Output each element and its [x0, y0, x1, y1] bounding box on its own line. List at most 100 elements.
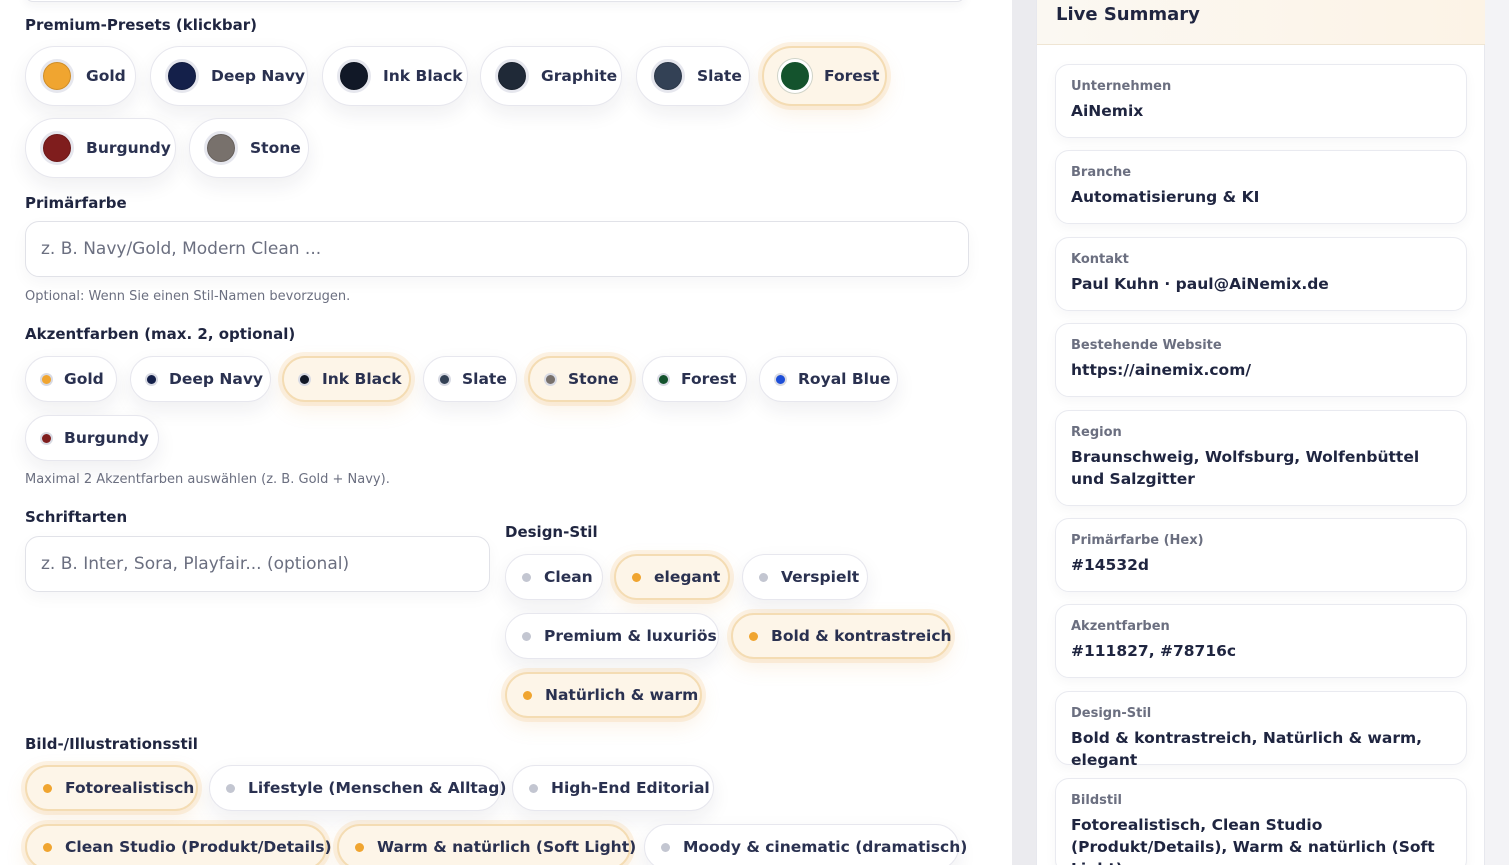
preset-chip-slate[interactable]: Slate [636, 46, 750, 106]
design-style-chip-label: elegant [654, 568, 721, 586]
color-dot-icon [42, 374, 51, 384]
accent-colors-label: Akzentfarben (max. 2, optional) [25, 325, 296, 343]
summary-key: Akzentfarben [1071, 619, 1170, 634]
color-dot-icon [147, 374, 156, 384]
summary-key: Branche [1071, 165, 1132, 180]
option-dot-icon [529, 783, 538, 793]
color-dot-icon [440, 374, 449, 384]
color-swatch-icon [165, 59, 199, 93]
image-style-chip-label: Fotorealistisch [65, 779, 195, 797]
accent-chip-label: Slate [462, 370, 507, 388]
accent-chip-deep-navy[interactable]: Deep Navy [130, 356, 271, 402]
option-dot-icon [522, 631, 531, 641]
accent-chip-label: Burgundy [64, 429, 149, 447]
accent-chip-stone[interactable]: Stone [528, 356, 632, 402]
summary-value: https://ainemix.com/ [1071, 361, 1252, 379]
color-dot-icon [776, 374, 785, 384]
design-style-chip-label: Natürlich & warm [545, 686, 699, 704]
image-style-chip-warm-natuerlich-soft-light[interactable]: Warm & natürlich (Soft Light) [337, 824, 636, 865]
accent-chip-gold[interactable]: Gold [25, 356, 117, 402]
color-swatch-icon [204, 131, 238, 165]
image-style-chip-lifestyle-menschen-alltag[interactable]: Lifestyle (Menschen & Alltag) [209, 765, 506, 811]
summary-key: Region [1071, 425, 1122, 440]
accent-chip-label: Stone [568, 370, 619, 388]
accent-chip-slate[interactable]: Slate [423, 356, 517, 402]
summary-key: Design-Stil [1071, 706, 1152, 721]
design-style-chip-elegant[interactable]: elegant [614, 554, 730, 600]
summary-key: Bildstil [1071, 793, 1122, 808]
primary-color-hint: Optional: Wenn Sie einen Stil-Namen bevo… [25, 289, 351, 304]
presets-label: Premium-Presets (klickbar) [25, 16, 257, 34]
accent-chip-label: Gold [64, 370, 104, 388]
accent-chip-label: Ink Black [322, 370, 402, 388]
design-style-chip-clean[interactable]: Clean [505, 554, 603, 600]
summary-key: Unternehmen [1071, 79, 1172, 94]
accent-chip-label: Forest [681, 370, 737, 388]
fonts-label: Schriftarten [25, 508, 128, 526]
preset-chip-deep-navy[interactable]: Deep Navy [150, 46, 308, 106]
image-style-label: Bild-/Illustrationsstil [25, 735, 198, 753]
image-style-chip-label: Moody & cinematic (dramatisch) [683, 838, 968, 856]
design-style-chip-verspielt[interactable]: Verspielt [742, 554, 868, 600]
preset-chip-label: Ink Black [383, 67, 463, 85]
summary-value: Braunschweig, Wolfsburg, Wolfenbüttel un… [1071, 448, 1420, 488]
summary-card-primaerfarbe-hex: Primärfarbe (Hex) #14532d [1055, 518, 1467, 592]
option-dot-icon [226, 783, 235, 793]
summary-card-unternehmen: Unternehmen AiNemix [1055, 64, 1467, 138]
summary-card-region: Region Braunschweig, Wolfsburg, Wolfenbüt… [1055, 410, 1467, 506]
summary-card-design-stil: Design-Stil Bold & kontrastreich, Natürli… [1055, 691, 1467, 769]
accent-chip-label: Royal Blue [798, 370, 891, 388]
live-summary-header: Live Summary [1037, 0, 1486, 45]
fonts-input[interactable] [25, 536, 490, 592]
summary-card-bildstil: Bildstil Fotorealistisch, Clean Studio (P… [1055, 778, 1467, 865]
primary-color-input[interactable] [25, 221, 969, 277]
preset-chip-label: Stone [250, 139, 301, 157]
summary-value: #14532d [1071, 556, 1150, 574]
accent-chip-burgundy[interactable]: Burgundy [25, 415, 159, 461]
color-dot-icon [42, 433, 51, 443]
accent-chip-royal-blue[interactable]: Royal Blue [759, 356, 898, 402]
color-dot-icon [546, 374, 555, 384]
image-style-chip-clean-studio-produkt-details[interactable]: Clean Studio (Produkt/Details) [25, 824, 332, 865]
image-style-chip-label: High-End Editorial [551, 779, 710, 797]
image-style-chip-moody-cinematic-dramatisch[interactable]: Moody & cinematic (dramatisch) [644, 824, 967, 865]
design-style-chip-label: Bold & kontrastreich [771, 627, 952, 645]
summary-key: Kontakt [1071, 252, 1129, 267]
image-style-chip-label: Clean Studio (Produkt/Details) [65, 838, 332, 856]
design-style-chip-bold-kontrastreich[interactable]: Bold & kontrastreich [731, 613, 952, 659]
accent-chip-label: Deep Navy [169, 370, 264, 388]
design-style-chip-label: Verspielt [781, 568, 860, 586]
image-style-chip-fotorealistisch[interactable]: Fotorealistisch [25, 765, 198, 811]
option-dot-icon [759, 572, 768, 582]
option-dot-icon [523, 690, 532, 700]
preset-chip-gold[interactable]: Gold [25, 46, 136, 106]
design-style-chip-label: Clean [544, 568, 593, 586]
option-dot-icon [749, 631, 758, 641]
design-style-chip-premium-luxurioes[interactable]: Premium & luxuriös [505, 613, 719, 659]
preset-chip-label: Slate [697, 67, 742, 85]
live-summary-panel: Live Summary Unternehmen AiNemix Branche Au… [1036, 0, 1486, 865]
option-dot-icon [355, 842, 364, 852]
preset-chip-label: Gold [86, 67, 126, 85]
image-style-chip-label: Warm & natürlich (Soft Light) [377, 838, 637, 856]
brand-form-panel: Premium-Presets (klickbar) Gold Deep Navy… [0, 0, 1012, 865]
accent-chip-forest[interactable]: Forest [642, 356, 747, 402]
color-dot-icon [300, 374, 309, 384]
preset-chip-label: Deep Navy [211, 67, 306, 85]
preset-chip-label: Forest [824, 67, 880, 85]
primary-color-label: Primärfarbe [25, 194, 127, 212]
image-style-chip-high-end-editorial[interactable]: High-End Editorial [512, 765, 714, 811]
accent-chip-ink-black[interactable]: Ink Black [282, 356, 411, 402]
preset-chip-forest[interactable]: Forest [762, 46, 887, 106]
preset-chip-burgundy[interactable]: Burgundy [25, 118, 176, 178]
live-summary-title: Live Summary [1056, 4, 1200, 25]
preset-chip-ink-black[interactable]: Ink Black [322, 46, 468, 106]
image-style-chip-label: Lifestyle (Menschen & Alltag) [248, 779, 507, 797]
design-style-chip-natuerlich-warm[interactable]: Natürlich & warm [505, 672, 702, 718]
accent-colors-hint: Maximal 2 Akzentfarben auswählen (z. B. … [25, 472, 390, 487]
preset-chip-stone[interactable]: Stone [189, 118, 309, 178]
summary-card-kontakt: Kontakt Paul Kuhn · paul@AiNemix.de [1055, 237, 1467, 311]
preset-chip-graphite[interactable]: Graphite [480, 46, 622, 106]
summary-card-akzentfarben: Akzentfarben #111827, #78716c [1055, 604, 1467, 678]
summary-value: Fotorealistisch, Clean Studio (Produkt/D… [1071, 816, 1435, 865]
